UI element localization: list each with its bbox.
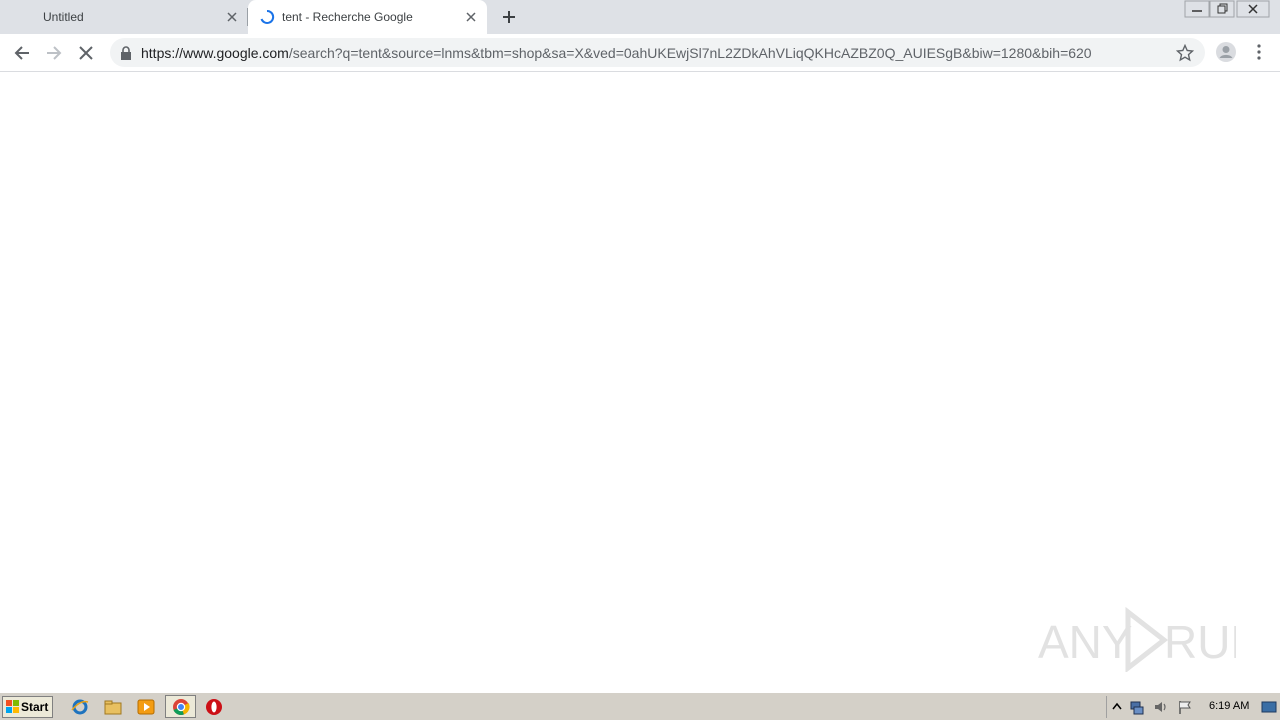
page-content bbox=[0, 72, 1280, 692]
url-text[interactable]: https://www.google.com/search?q=tent&sou… bbox=[141, 45, 1092, 61]
kebab-menu-icon[interactable] bbox=[1250, 43, 1268, 61]
tab-title: tent - Recherche Google bbox=[282, 10, 413, 24]
url-host: https://www.google.com bbox=[141, 45, 289, 61]
system-tray: 6:19 AM bbox=[1106, 696, 1280, 718]
network-icon[interactable] bbox=[1129, 699, 1145, 715]
windows-taskbar: Start 6:19 AM bbox=[0, 692, 1280, 720]
opera-icon[interactable] bbox=[205, 698, 223, 716]
internet-explorer-icon[interactable] bbox=[71, 698, 89, 716]
address-bar[interactable]: https://www.google.com/search?q=tent&sou… bbox=[110, 38, 1205, 67]
show-hidden-icon[interactable] bbox=[1109, 699, 1125, 715]
forward-arrow-icon[interactable] bbox=[43, 42, 65, 64]
minimize-icon[interactable] bbox=[1184, 0, 1210, 18]
avatar-icon[interactable] bbox=[1215, 41, 1237, 63]
windows-flag-icon bbox=[6, 700, 19, 713]
start-label: Start bbox=[21, 700, 49, 714]
stop-x-icon[interactable] bbox=[75, 42, 97, 64]
media-player-icon[interactable] bbox=[137, 698, 155, 716]
show-desktop-icon[interactable] bbox=[1261, 699, 1277, 715]
volume-icon[interactable] bbox=[1153, 699, 1169, 715]
watermark-text-run: RUN bbox=[1164, 616, 1236, 668]
lock-icon[interactable] bbox=[120, 46, 132, 60]
chrome-taskbar-button[interactable] bbox=[165, 695, 196, 718]
start-button[interactable]: Start bbox=[2, 696, 53, 718]
anyrun-watermark: ANY RUN bbox=[1038, 606, 1236, 672]
close-window-icon[interactable] bbox=[1236, 0, 1270, 18]
system-clock[interactable]: 6:19 AM bbox=[1209, 700, 1249, 712]
star-icon[interactable] bbox=[1176, 44, 1194, 62]
new-tab-plus-icon[interactable] bbox=[500, 8, 518, 26]
close-icon[interactable] bbox=[224, 9, 240, 25]
close-icon[interactable] bbox=[463, 9, 479, 25]
loading-spinner-icon bbox=[260, 9, 275, 24]
explorer-folder-icon[interactable] bbox=[104, 698, 122, 716]
browser-toolbar: https://www.google.com/search?q=tent&sou… bbox=[0, 34, 1280, 72]
tab-title: Untitled bbox=[43, 10, 84, 24]
tab-tent-search[interactable]: tent - Recherche Google bbox=[248, 0, 487, 34]
restore-icon[interactable] bbox=[1209, 0, 1235, 18]
url-path: /search?q=tent&source=lnms&tbm=shop&sa=X… bbox=[288, 45, 1092, 61]
back-arrow-icon[interactable] bbox=[11, 42, 33, 64]
tab-untitled[interactable]: Untitled bbox=[0, 0, 248, 34]
chrome-icon bbox=[173, 699, 190, 716]
browser-titlebar: Untitled tent - Recherche Google bbox=[0, 0, 1280, 34]
watermark-text-any: ANY bbox=[1038, 616, 1133, 668]
action-center-flag-icon[interactable] bbox=[1177, 699, 1193, 715]
